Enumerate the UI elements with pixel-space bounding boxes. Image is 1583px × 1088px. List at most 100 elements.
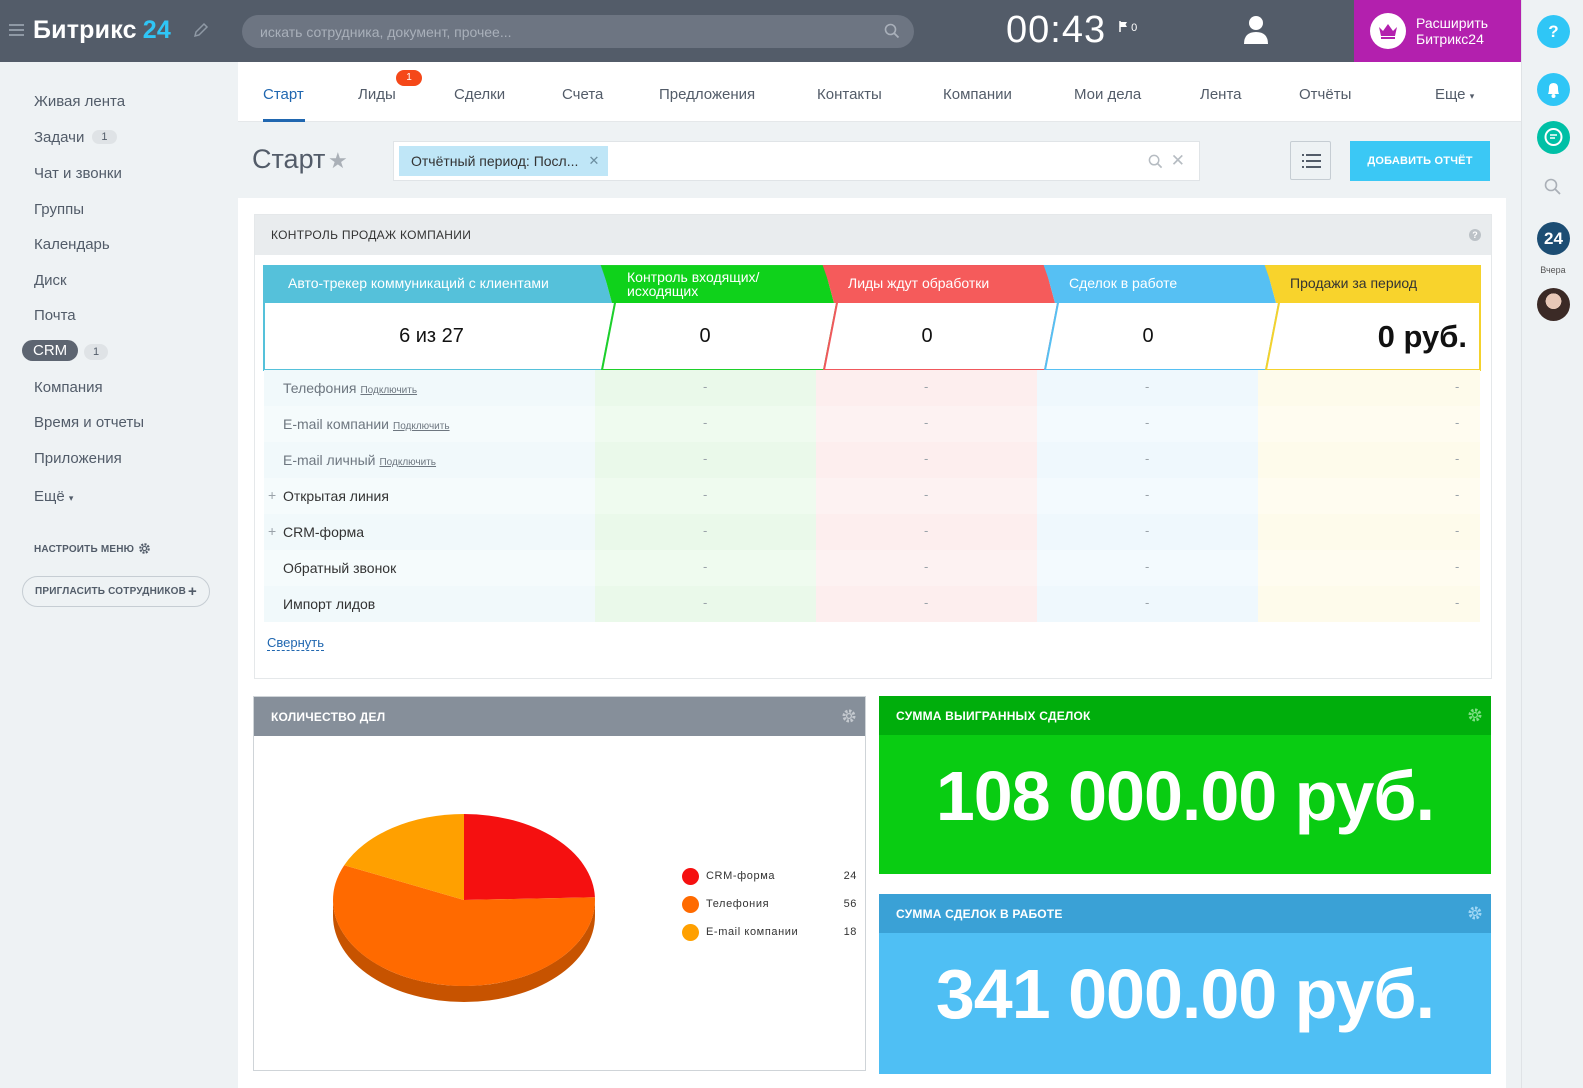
logo-text: Битрикс [33,16,137,44]
user-icon[interactable] [1243,14,1269,46]
tab-start[interactable]: Старт [263,86,304,103]
filter-chip[interactable]: Отчётный период: Посл... ✕ [399,146,609,176]
close-icon[interactable]: ✕ [588,146,599,176]
row-label-text: E-mail личный [283,452,376,468]
menu-icon[interactable] [9,24,24,37]
add-report-button[interactable]: ДОБАВИТЬ ОТЧЁТ [1350,141,1490,181]
clear-icon[interactable]: ✕ [1171,151,1185,171]
cell-value: - [1455,523,1460,538]
sidebar-item-apps[interactable]: Приложения [34,450,122,467]
tab-more[interactable]: Еще ▾ [1435,86,1474,103]
sidebar-item-groups[interactable]: Группы [34,201,84,218]
tab-reports[interactable]: Отчёты [1299,86,1351,103]
sidebar-item-time-reports[interactable]: Время и отчеты [34,414,144,431]
chevron-down-icon: ▾ [1469,91,1475,101]
tab-deals[interactable]: Сделки [454,86,505,103]
tab-companies[interactable]: Компании [943,86,1012,103]
tab-leads[interactable]: Лиды [358,86,396,103]
tab-contacts[interactable]: Контакты [817,86,882,103]
upgrade-button[interactable]: Расширить Битрикс24 [1354,0,1521,62]
help-icon[interactable]: ? [1537,15,1570,48]
gear-icon[interactable] [1467,707,1483,723]
crm-count: 1 [84,344,109,360]
pie-chart [333,814,595,1002]
flag-count: 0 [1131,22,1138,34]
bitrix24-icon[interactable]: 24 [1537,222,1570,255]
cell-value: - [924,595,929,610]
table-row[interactable]: + Открытая линия - - - - [264,478,1480,514]
legend-item[interactable]: Телефония 56 [682,895,857,915]
cell-value: - [924,379,929,394]
table-row[interactable]: + CRM-форма - - - - [264,514,1480,550]
search-box [242,15,914,48]
funnel-value-autotracker[interactable]: 6 из 27 [264,303,599,370]
legend-item[interactable]: CRM-форма 24 [682,867,857,887]
expand-icon[interactable]: + [268,487,276,503]
tab-feed[interactable]: Лента [1200,86,1242,103]
tab-my-activities[interactable]: Мои дела [1074,86,1141,103]
cell-value: - [1455,451,1460,466]
sidebar-item-disk[interactable]: Диск [34,272,67,289]
cell-value: - [1455,379,1460,394]
funnel-value-deals[interactable]: 0 [1053,303,1243,370]
funnel-value-incoming[interactable]: 0 [610,303,800,370]
connect-link[interactable]: Подключить [360,385,417,396]
sidebar-item-crm[interactable]: CRM [22,340,79,361]
search-icon[interactable] [1544,178,1562,196]
deals-in-work-widget: СУММА СДЕЛОК В РАБОТЕ 341 000.00 руб. [879,894,1491,1074]
pie-slice-0[interactable] [464,814,595,900]
sidebar-item-label: Чат и звонки [34,165,122,182]
pencil-icon[interactable] [193,22,209,38]
sidebar-item-feed[interactable]: Живая лента [34,93,125,110]
search-icon[interactable] [884,23,900,39]
tab-more-label: Еще [1435,86,1466,103]
flag-counter[interactable]: 0 [1119,21,1137,34]
cell-value: - [924,559,929,574]
connect-link[interactable]: Подключить [379,457,436,468]
star-icon[interactable]: ★ [328,148,348,174]
legend-value: 18 [843,926,857,938]
widget-title: КОЛИЧЕСТВО ДЕЛ [271,710,386,724]
sidebar-item-calendar[interactable]: Календарь [34,236,110,253]
cell-value: - [703,379,708,394]
cell-value: - [924,523,929,538]
avatar[interactable] [1537,288,1570,321]
work-time-clock[interactable]: 00:43 [1006,9,1106,52]
logo-number: 24 [142,16,171,44]
chat-icon[interactable] [1537,121,1570,154]
filter-bar[interactable]: Отчётный период: Посл... ✕ ✕ [393,141,1200,181]
tab-quotes[interactable]: Предложения [659,86,755,103]
sidebar-item-tasks[interactable]: Задачи 1 [34,129,117,146]
funnel-value-sales[interactable]: 0 руб. [1280,303,1479,370]
collapse-link[interactable]: Свернуть [267,636,325,651]
legend-swatch [682,896,699,913]
cell-value: - [703,451,708,466]
sidebar-item-mail[interactable]: Почта [34,307,76,324]
funnel-title-deals: Сделок в работе [1069,275,1178,291]
gear-icon[interactable] [1467,905,1483,921]
right-rail: ? 24 Вчера [1521,0,1583,1088]
expand-icon[interactable]: + [268,523,276,539]
upgrade-label: Расширить Битрикс24 [1416,15,1488,47]
row-label: E-mail компании Подключить [283,416,450,432]
widget-title: СУММА ВЫИГРАННЫХ СДЕЛОК [896,709,1091,723]
tab-invoices[interactable]: Счета [562,86,603,103]
invite-employees-button[interactable]: ПРИГЛАСИТЬ СОТРУДНИКОВ + [22,576,210,607]
search-icon[interactable] [1148,154,1163,169]
sidebar-item-company[interactable]: Компания [34,379,103,396]
connect-link[interactable]: Подключить [393,421,450,432]
gear-icon [139,543,150,554]
sidebar-item-more[interactable]: Ещё ▾ [34,488,73,505]
row-label: E-mail личный Подключить [283,452,436,468]
funnel-value-leads[interactable]: 0 [832,303,1022,370]
sidebar-item-chat[interactable]: Чат и звонки [34,165,122,182]
gear-icon[interactable] [841,708,857,724]
bell-icon[interactable] [1537,73,1570,106]
logo[interactable]: Битрикс 24 [33,16,171,45]
legend-item[interactable]: E-mail компании 18 [682,923,857,943]
sidebar-item-label: Группы [34,201,84,218]
setup-menu-button[interactable]: НАСТРОИТЬ МЕНЮ [34,542,151,555]
list-view-button[interactable] [1290,141,1331,180]
help-icon[interactable]: ? [1469,229,1481,241]
search-input[interactable] [242,15,914,48]
